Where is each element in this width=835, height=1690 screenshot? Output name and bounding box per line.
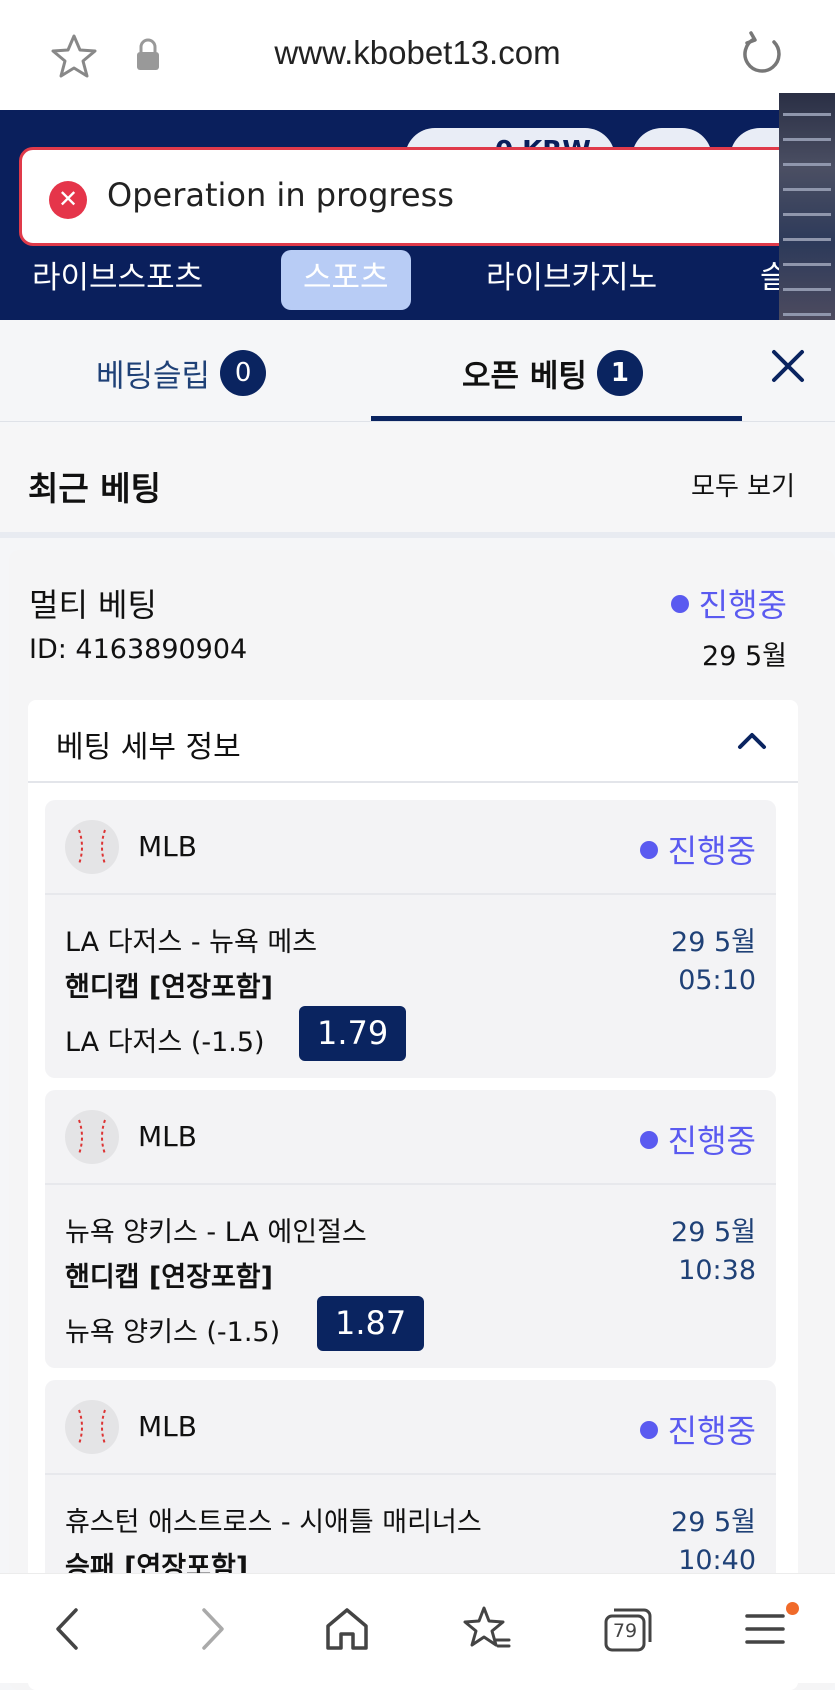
league-name: MLB bbox=[138, 1120, 197, 1153]
nav-tab-live-casino[interactable]: 라이브카지노 bbox=[464, 250, 679, 310]
notification-dot bbox=[786, 1602, 799, 1615]
betslip-count-badge: 0 bbox=[220, 350, 267, 396]
leg-status: 진행중 bbox=[639, 1406, 756, 1452]
open-bets-count-badge: 1 bbox=[596, 350, 643, 396]
browser-bottom-nav: 79 bbox=[0, 1573, 835, 1683]
match-time: 05:10 bbox=[678, 965, 756, 996]
toast-message: Operation in progress bbox=[107, 176, 454, 214]
chevron-up-icon[interactable] bbox=[736, 728, 768, 752]
tabs-icon[interactable]: 79 bbox=[602, 1604, 654, 1654]
league-name: MLB bbox=[138, 1410, 197, 1443]
status-dot-icon bbox=[670, 595, 689, 613]
baseball-icon bbox=[65, 820, 119, 874]
recent-bets-title: 최근 베팅 bbox=[28, 469, 161, 508]
nav-tab-live-sports[interactable]: 라이브스포츠 bbox=[10, 250, 225, 310]
tab-betslip[interactable]: 베팅슬립 0 bbox=[96, 350, 267, 396]
error-toast[interactable]: ✕ Operation in progress bbox=[19, 147, 824, 246]
status-dot-icon bbox=[639, 1421, 658, 1439]
match-name: 휴스턴 애스트로스 - 시애틀 매리너스 bbox=[65, 1507, 482, 1538]
url-text[interactable]: www.kbobet13.com bbox=[0, 34, 835, 72]
bookmarks-icon[interactable] bbox=[462, 1604, 512, 1654]
leg-status: 진행중 bbox=[639, 826, 756, 872]
odds-badge: 1.87 bbox=[317, 1296, 425, 1351]
bet-type: 멀티 베팅 bbox=[29, 586, 157, 624]
reload-icon[interactable] bbox=[736, 30, 786, 80]
selection-name: 뉴욕 양키스 (-1.5) bbox=[65, 1317, 281, 1348]
back-icon[interactable] bbox=[44, 1604, 94, 1654]
match-name: 뉴욕 양키스 - LA 에인절스 bbox=[65, 1217, 367, 1248]
bet-id: ID: 4163890904 bbox=[29, 634, 248, 665]
browser-address-bar: www.kbobet13.com bbox=[0, 0, 835, 110]
floating-video-thumbnail[interactable] bbox=[779, 93, 835, 343]
odds-badge: 1.79 bbox=[299, 1006, 407, 1061]
bet-date: 29 5월 bbox=[702, 641, 787, 672]
bet-details-title: 베팅 세부 정보 bbox=[56, 730, 241, 765]
bet-details-toggle[interactable]: 베팅 세부 정보 bbox=[28, 700, 798, 783]
bet-leg: MLB 진행중 LA 다저스 - 뉴욕 메츠 29 5월 핸디캡 [연장포함] … bbox=[45, 800, 776, 1078]
close-icon[interactable] bbox=[768, 346, 808, 386]
match-date: 29 5월 bbox=[671, 1217, 756, 1248]
market-name: 핸디캡 [연장포함] bbox=[65, 972, 273, 1003]
leg-header: MLB 진행중 bbox=[45, 800, 776, 895]
home-icon[interactable] bbox=[322, 1604, 372, 1654]
tab-open-bets-label: 오픈 베팅 bbox=[462, 358, 587, 395]
baseball-icon bbox=[65, 1110, 119, 1164]
status-dot-icon bbox=[639, 1131, 658, 1149]
main-nav: 라이브스포츠 스포츠 라이브카지노 슬 bbox=[0, 250, 835, 310]
league-name: MLB bbox=[138, 830, 197, 863]
match-name: LA 다저스 - 뉴욕 메츠 bbox=[65, 927, 318, 958]
leg-status: 진행중 bbox=[639, 1116, 756, 1162]
tabs-count: 79 bbox=[612, 1620, 638, 1642]
forward-icon[interactable] bbox=[186, 1604, 236, 1654]
see-all-link[interactable]: 모두 보기 bbox=[691, 466, 795, 503]
baseball-icon bbox=[65, 1400, 119, 1454]
nav-tab-sports[interactable]: 스포츠 bbox=[281, 250, 411, 310]
match-date: 29 5월 bbox=[671, 927, 756, 958]
status-dot-icon bbox=[639, 841, 658, 859]
bet-status: 진행중 bbox=[670, 580, 787, 626]
tab-open-bets[interactable]: 오픈 베팅 1 bbox=[462, 350, 643, 396]
leg-header: MLB 진행중 bbox=[45, 1380, 776, 1475]
error-icon[interactable]: ✕ bbox=[49, 181, 87, 219]
active-tab-indicator bbox=[371, 416, 742, 421]
bet-details-panel: 베팅 세부 정보 MLB 진행중 LA 다저스 - 뉴욕 메츠 29 5월 핸디… bbox=[28, 700, 798, 1690]
slip-tab-bar: 베팅슬립 0 오픈 베팅 1 bbox=[0, 320, 835, 422]
market-name: 핸디캡 [연장포함] bbox=[65, 1262, 273, 1293]
match-date: 29 5월 bbox=[671, 1507, 756, 1538]
menu-icon[interactable] bbox=[740, 1604, 790, 1654]
leg-header: MLB 진행중 bbox=[45, 1090, 776, 1185]
selection-name: LA 다저스 (-1.5) bbox=[65, 1027, 265, 1058]
recent-bets-header: 최근 베팅 모두 보기 bbox=[0, 426, 835, 538]
tab-betslip-label: 베팅슬립 bbox=[96, 358, 211, 395]
bet-card: 멀티 베팅 진행중 ID: 4163890904 29 5월 베팅 세부 정보 … bbox=[9, 550, 835, 1690]
match-time: 10:40 bbox=[678, 1545, 756, 1576]
match-time: 10:38 bbox=[678, 1255, 756, 1286]
bet-leg: MLB 진행중 뉴욕 양키스 - LA 에인절스 29 5월 핸디캡 [연장포함… bbox=[45, 1090, 776, 1368]
